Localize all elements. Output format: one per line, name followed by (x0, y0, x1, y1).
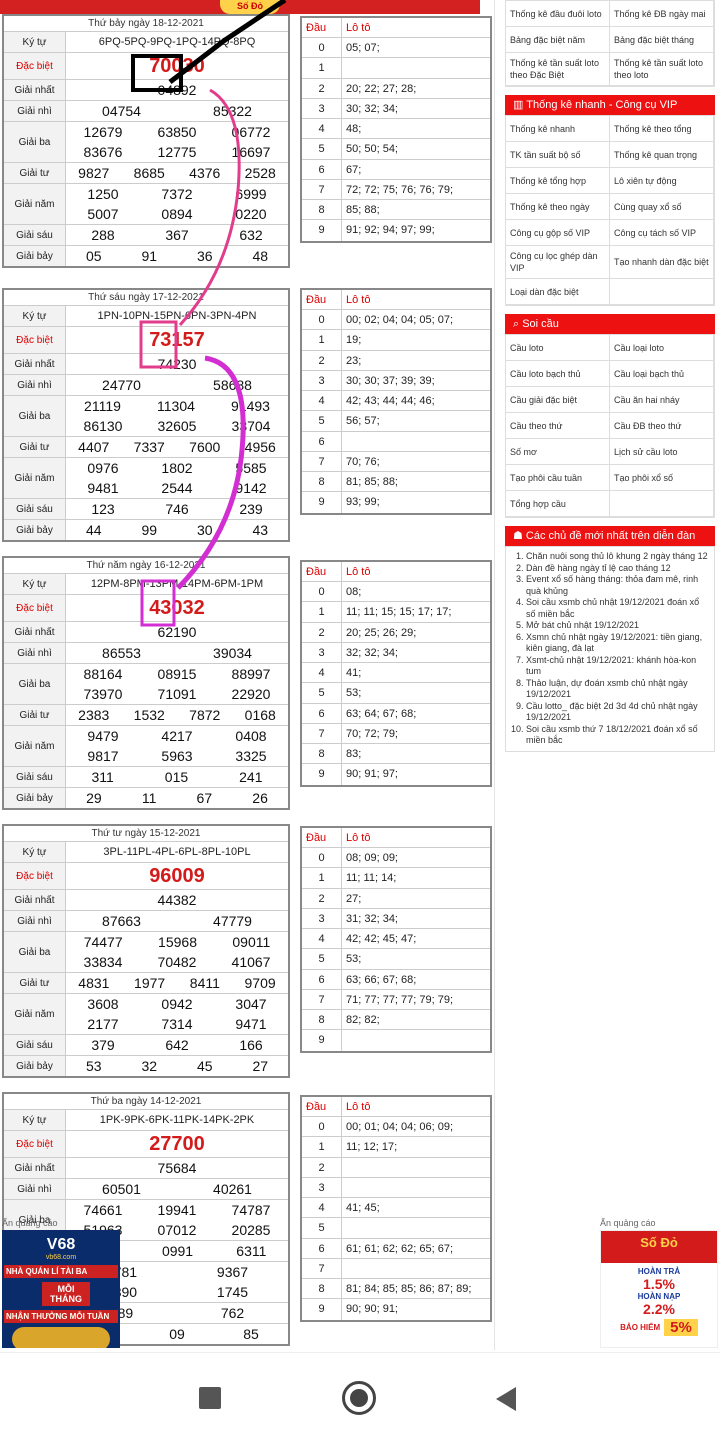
pink-box (139, 320, 178, 369)
android-nav-bar (0, 1352, 720, 1446)
magenta-box (140, 579, 176, 627)
back-button[interactable] (494, 1385, 518, 1413)
recents-button[interactable] (199, 1387, 221, 1409)
black-stroke (168, 0, 287, 84)
black-box (131, 54, 183, 92)
annotation-overlay (131, 0, 287, 627)
magenta-stroke (176, 355, 246, 590)
home-button[interactable] (342, 1381, 376, 1415)
pink-stroke (178, 88, 241, 327)
